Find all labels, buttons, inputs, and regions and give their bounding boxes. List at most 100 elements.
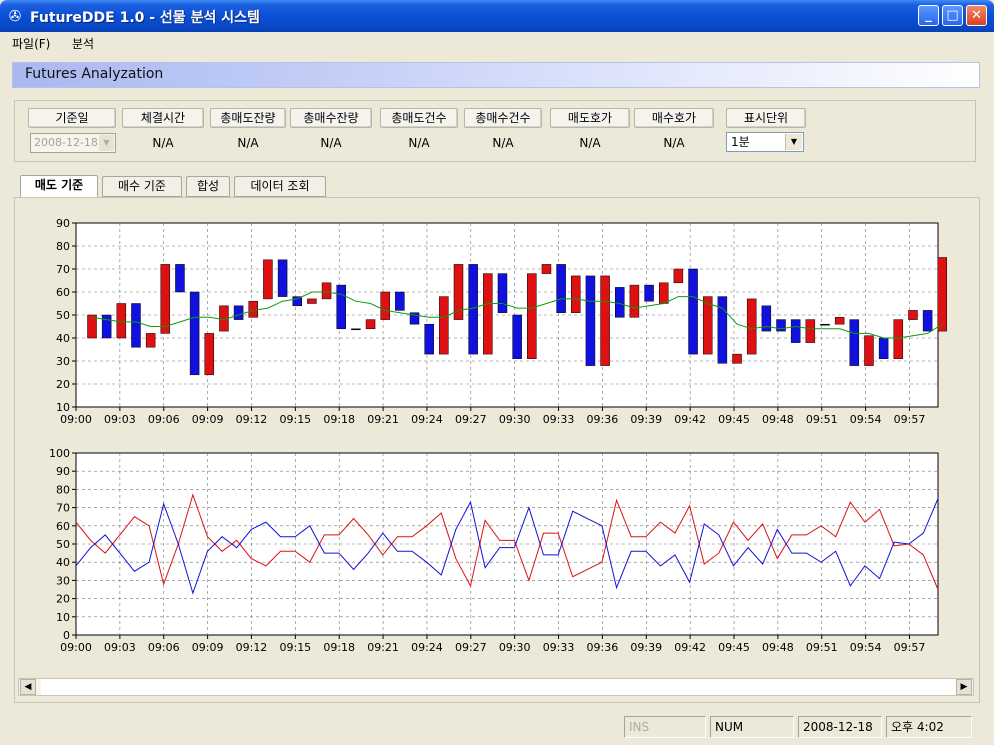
x-tick-label: 09:06 [148,641,180,654]
col-value-total-sell-count: N/A [408,136,430,150]
candle-bar [629,284,640,318]
candle-bar [893,319,904,359]
app-icon: ✇ [8,7,22,25]
maximize-button[interactable]: □ [942,5,963,26]
date-value: 2008-12-18 [34,136,98,149]
x-tick-label: 09:21 [367,641,399,654]
col-value-total-buy-remain: N/A [320,136,342,150]
candle-bar [497,273,508,313]
scroll-thumb[interactable] [41,679,959,695]
candle-bar [307,298,317,304]
x-tick-label: 09:54 [850,413,882,426]
x-tick-label: 09:39 [630,641,662,654]
x-tick-label: 09:09 [192,413,224,426]
col-value-total-buy-count: N/A [492,136,514,150]
candle-bar [746,298,757,355]
x-tick-label: 09:39 [630,413,662,426]
scroll-right-button[interactable]: ▶ [956,679,972,695]
y-tick-label: 80 [56,483,70,496]
close-button[interactable]: ✕ [966,5,987,26]
candle-bar [292,296,302,307]
col-header-total-buy-count[interactable]: 총매수건수 [464,108,542,128]
candle-bar [571,275,581,313]
candle-bar [131,303,141,348]
date-header-button[interactable]: 기준일 [28,108,116,128]
status-time: 오후 4:02 [886,716,972,738]
tab-composite[interactable]: 합성 [186,176,230,197]
x-tick-label: 09:21 [367,413,399,426]
candle-bar [732,353,742,364]
chevron-down-icon: ▼ [785,134,802,150]
x-tick-label: 09:24 [411,641,443,654]
candle-bar [615,287,625,318]
unit-combobox[interactable]: 1분 ▼ [726,132,804,152]
x-tick-label: 09:33 [543,641,575,654]
candle-bar [585,275,596,366]
unit-header-button[interactable]: 표시단위 [726,108,806,128]
scroll-left-button[interactable]: ◀ [20,679,36,695]
x-tick-label: 09:15 [279,641,311,654]
y-tick-label: 30 [56,355,70,368]
y-tick-label: 70 [56,502,70,515]
col-header-trade-time[interactable]: 체결시간 [122,108,204,128]
x-tick-label: 09:24 [411,413,443,426]
x-tick-label: 09:00 [60,413,92,426]
y-tick-label: 50 [56,538,70,551]
x-tick-label: 09:30 [499,413,531,426]
horizontal-scrollbar[interactable]: ◀ ▶ [18,678,974,696]
col-header-total-sell-count[interactable]: 총매도건수 [380,108,458,128]
col-header-total-sell-remain[interactable]: 총매도잔량 [210,108,286,128]
candle-bar [527,273,537,359]
x-tick-label: 09:12 [236,413,268,426]
col-header-buy-quote[interactable]: 매수호가 [634,108,714,128]
tab-data-query[interactable]: 데이터 조회 [234,176,326,197]
col-value-buy-quote: N/A [663,136,685,150]
x-tick-label: 09:33 [543,413,575,426]
menu-analysis[interactable]: 분석 [72,35,94,52]
y-tick-label: 30 [56,574,70,587]
window-title: FutureDDE 1.0 - 선물 분석 시스템 [30,10,260,26]
candle-bar [263,259,273,300]
y-tick-label: 10 [56,611,70,624]
x-tick-label: 09:48 [762,413,794,426]
y-tick-label: 100 [49,447,70,460]
x-tick-label: 09:00 [60,641,92,654]
candle-bar [820,323,830,326]
minimize-button[interactable]: _ [918,5,939,26]
x-tick-label: 09:36 [587,413,619,426]
x-tick-label: 09:48 [762,641,794,654]
x-tick-label: 09:09 [192,641,224,654]
title-bar: ✇ FutureDDE 1.0 - 선물 분석 시스템 _ □ ✕ [0,0,994,32]
menu-file[interactable]: 파일(F) [12,35,50,52]
candle-bar [145,333,156,348]
candle-bar [87,314,97,339]
candle-bar [248,300,259,318]
candle-bar [468,264,478,355]
col-header-sell-quote[interactable]: 매도호가 [550,108,630,128]
col-value-total-sell-remain: N/A [237,136,259,150]
tab-buy-basis[interactable]: 매수 기준 [102,176,182,197]
x-tick-label: 09:45 [718,641,750,654]
x-tick-label: 09:42 [674,413,706,426]
date-combobox[interactable]: 2008-12-18 ▼ [30,133,116,153]
col-value-sell-quote: N/A [579,136,601,150]
candle-bar [101,314,112,339]
candle-bar [908,310,918,320]
x-tick-label: 09:45 [718,413,750,426]
tab-sell-basis[interactable]: 매도 기준 [20,175,98,198]
col-header-total-buy-remain[interactable]: 총매수잔량 [290,108,372,128]
candle-bar [277,259,288,297]
candle-bar [834,317,845,325]
status-date: 2008-12-18 [798,716,882,738]
x-tick-label: 09:18 [323,413,355,426]
line-chart: 010203040506070809010009:00 09:03 09:06 09:… [49,447,939,654]
x-tick-label: 09:36 [587,641,619,654]
panel-header: Futures Analyzation [12,62,980,88]
candle-bar [233,305,244,320]
status-num: NUM [710,716,794,738]
candle-bar [658,282,669,304]
status-ins: INS [624,716,706,738]
candle-bar [453,264,464,320]
x-tick-label: 09:54 [850,641,882,654]
candle-bar [395,291,405,311]
